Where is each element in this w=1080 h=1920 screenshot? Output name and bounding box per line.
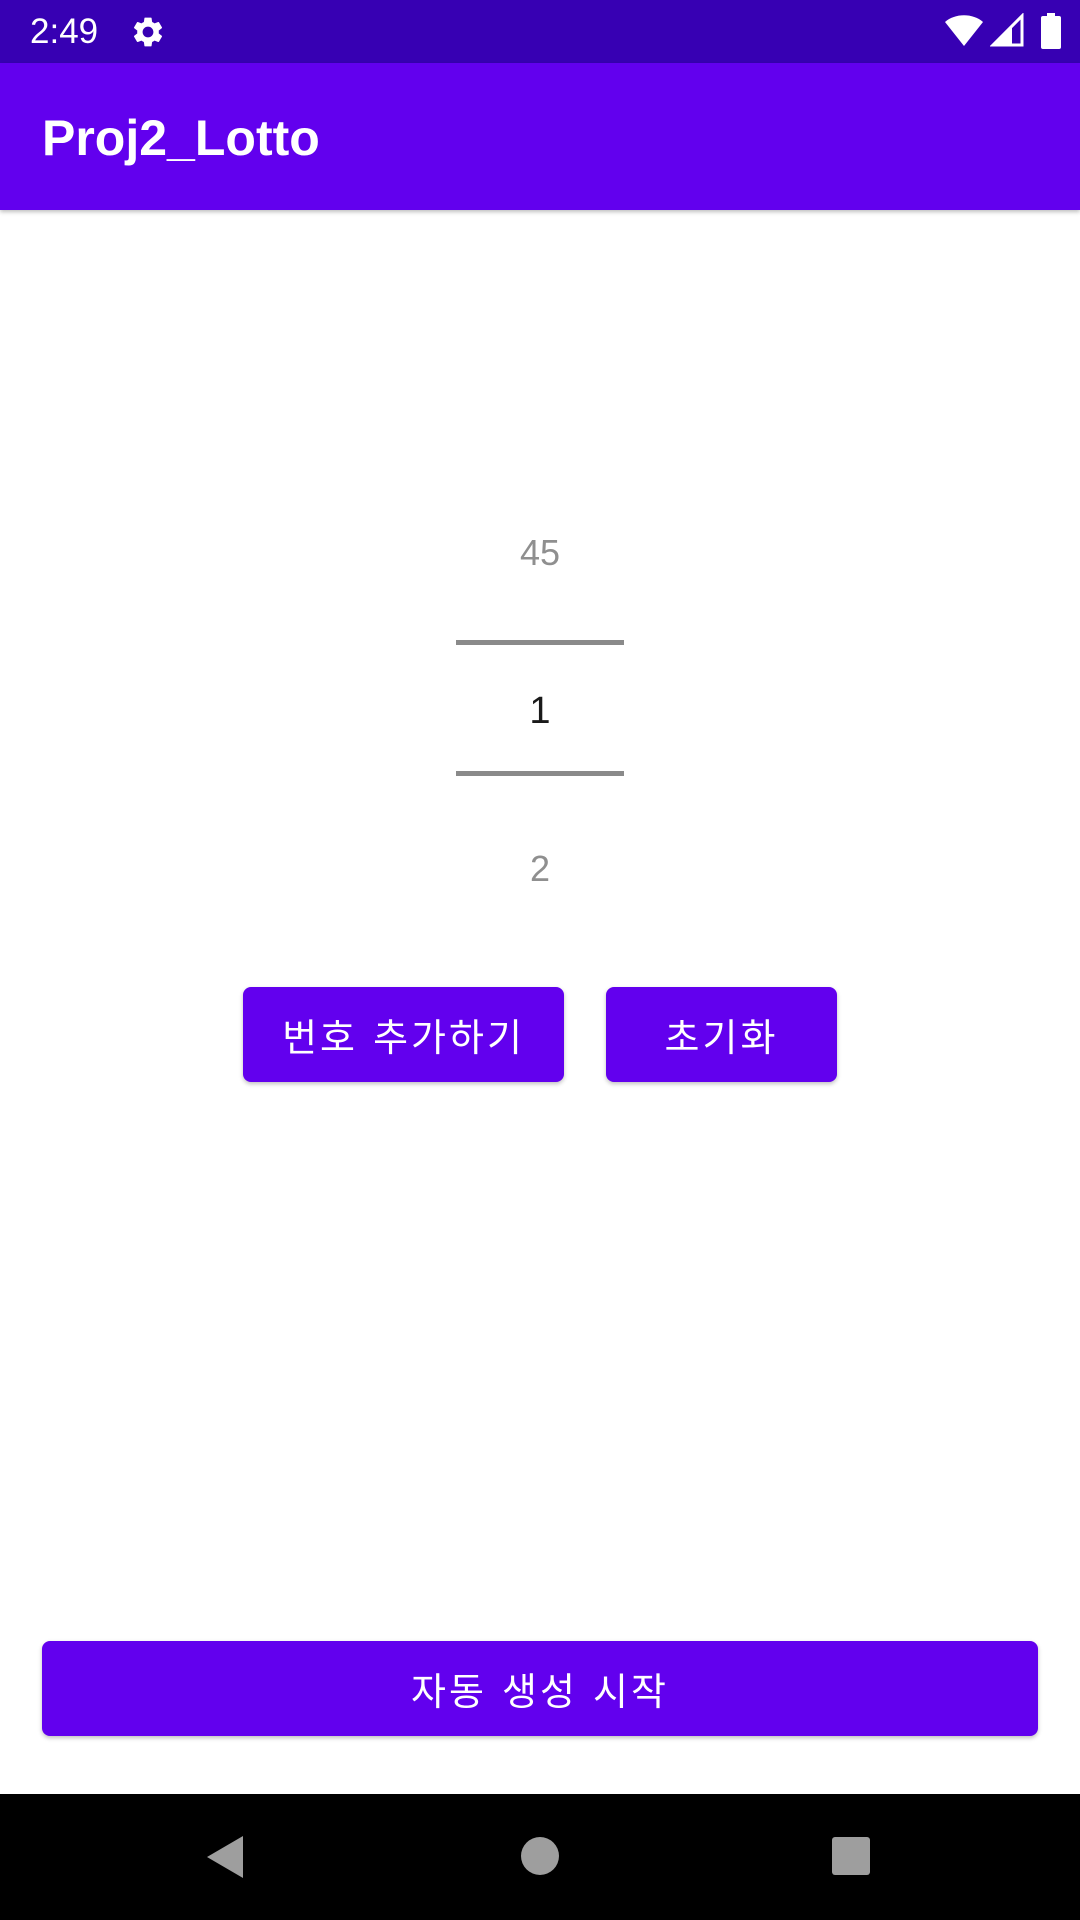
status-bar: 2:49 bbox=[0, 0, 1080, 63]
navigation-bar bbox=[0, 1794, 1080, 1920]
picker-current-value[interactable]: 1 bbox=[440, 689, 640, 733]
app-bar: Proj2_Lotto bbox=[0, 63, 1080, 210]
reset-button[interactable]: 초기화 bbox=[606, 987, 837, 1082]
picker-divider-top bbox=[456, 640, 624, 645]
home-icon[interactable] bbox=[520, 1836, 560, 1876]
picker-divider-bottom bbox=[456, 771, 624, 776]
status-time: 2:49 bbox=[30, 12, 99, 51]
add-number-button[interactable]: 번호 추가하기 bbox=[243, 987, 564, 1082]
recents-icon[interactable] bbox=[831, 1836, 871, 1876]
wifi-icon bbox=[945, 15, 983, 46]
battery-icon bbox=[1041, 13, 1061, 49]
gear-icon bbox=[130, 14, 166, 50]
auto-generate-button[interactable]: 자동 생성 시작 bbox=[42, 1641, 1038, 1736]
picker-next-value[interactable]: 2 bbox=[440, 847, 640, 891]
app-title: Proj2_Lotto bbox=[42, 110, 320, 166]
signal-icon bbox=[990, 13, 1024, 47]
back-icon[interactable] bbox=[205, 1834, 245, 1880]
picker-previous-value[interactable]: 45 bbox=[440, 531, 640, 575]
